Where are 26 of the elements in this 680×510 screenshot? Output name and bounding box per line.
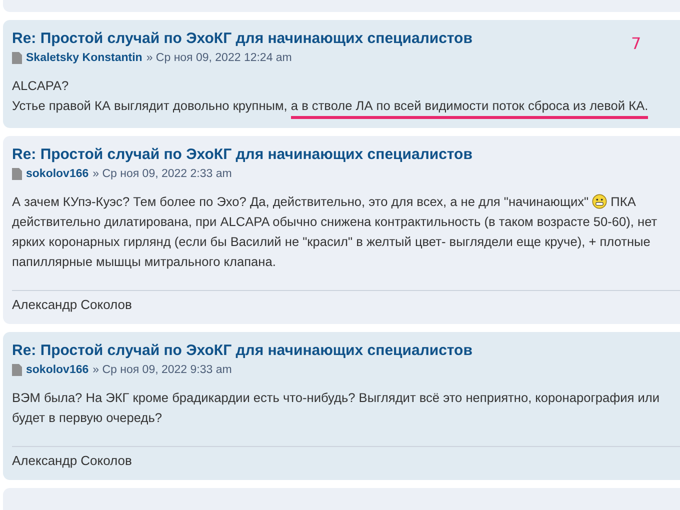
post-text: ALCAPA?	[12, 78, 69, 93]
post-icon	[12, 168, 22, 180]
post-text: папиллярные мышцы митрального клапана.	[12, 254, 276, 269]
underlined-text: а в стволе ЛА по всей видимости поток сброса из левой КА.	[290, 98, 648, 119]
signature: Александр Соколов	[12, 453, 132, 468]
post-title[interactable]: Re: Простой случай по ЭхоКГ для начинающих специалистов	[12, 342, 472, 359]
post-title[interactable]: Re: Простой случай по ЭхоКГ для начинающих специалистов	[12, 146, 472, 163]
author-link[interactable]: Skaletsky Konstantin	[26, 52, 142, 64]
post-text: Устье правой КА выглядит довольно крупным,	[12, 98, 288, 113]
smiley-icon	[592, 194, 608, 209]
post-text: действительно дилатирована, при ALCAPA обычно снижена контрактильность (в таком возрасте 50-60), нет	[12, 214, 658, 229]
author-link[interactable]: sokolov166	[26, 168, 89, 180]
post-text: ярких коронарных гирлянд (если бы Василий не "красил" в желтый цвет- выглядели еще круче), + плотные	[12, 234, 650, 249]
signature: Александр Соколов	[12, 297, 132, 312]
post-icon	[12, 52, 22, 64]
post-text: ПКА	[610, 194, 636, 209]
post-text: ВЭМ была? На ЭКГ кроме брадикардии есть что-нибудь? Выглядит всё это неприятно, коронарография или	[12, 390, 660, 405]
post-date: » Ср ноя 09, 2022 2:33 am	[92, 168, 232, 180]
post-text: А зачем КУпэ-Куэс? Тем более по Эхо? Да, действительно, это для всех, а не для "начинающих"	[12, 194, 590, 209]
author-link[interactable]: sokolov166	[26, 364, 89, 376]
post-icon	[12, 364, 22, 376]
annotation-number: 7	[631, 34, 642, 53]
post-title[interactable]: Re: Простой случай по ЭхоКГ для начинающих специалистов	[12, 30, 472, 47]
post-text: будет в первую очередь?	[12, 410, 162, 425]
post-date: » Ср ноя 09, 2022 12:24 am	[146, 52, 292, 64]
post-date: » Ср ноя 09, 2022 9:33 am	[92, 364, 232, 376]
